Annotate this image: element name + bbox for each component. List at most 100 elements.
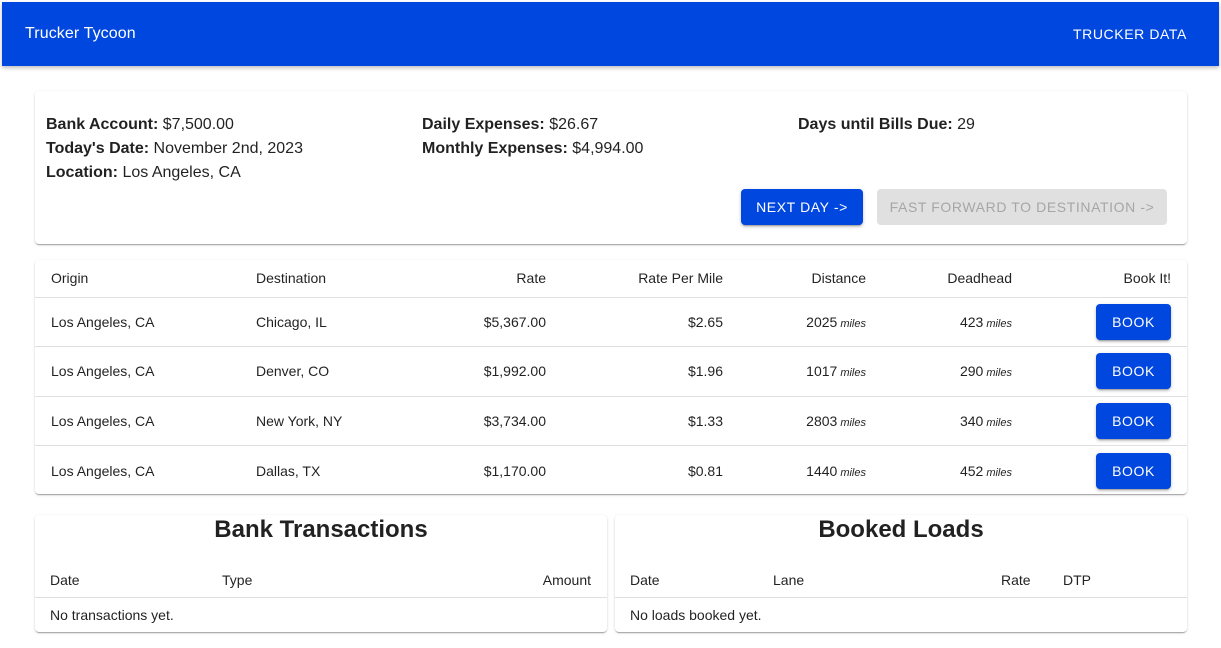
deadhead-unit: miles [986,416,1012,429]
trucker-data-button[interactable]: TRUCKER DATA [1073,26,1187,42]
column-header-type: Type [222,572,253,588]
available-loads-table: Origin Destination Rate Rate Per Mile Di… [35,260,1187,495]
origin-cell: Los Angeles, CA [35,396,240,446]
column-header-rate: Rate [430,260,562,298]
rate-cell: $3,734.00 [430,396,562,446]
daily-expenses-stat: Daily Expenses: $26.67 [422,113,598,137]
location-label: Location: [46,164,118,181]
bills-due-label: Days until Bills Due: [798,116,953,133]
deadhead-unit: miles [986,317,1012,330]
column-header-destination: Destination [240,260,430,298]
next-day-button[interactable]: NEXT DAY -> [741,189,863,225]
destination-cell: New York, NY [240,396,430,446]
rate-cell: $1,170.00 [483,462,546,479]
book-cell: BOOK [1028,396,1187,446]
deadhead-unit: miles [986,367,1012,380]
bank-account-label: Bank Account: [46,116,159,133]
destination-cell: Dallas, TX [256,462,321,479]
bank-transactions-card: Bank Transactions Date Type Amount No tr… [35,515,607,632]
deadhead-cell: 423 miles [882,297,1028,347]
book-button[interactable]: BOOK [1096,303,1171,340]
monthly-expenses-label: Monthly Expenses: [422,140,568,157]
monthly-expenses-value: $4,994.00 [572,140,644,157]
deadhead-cell: 290 miles [882,346,1028,397]
bank-account-value: $7,500.00 [162,116,234,133]
available-loads-card: Origin Destination Rate Rate Per Mile Di… [35,260,1187,494]
monthly-expenses-stat: Monthly Expenses: $4,994.00 [422,137,643,161]
deadhead-value: 340 [959,412,984,429]
deadhead-unit: miles [986,466,1012,479]
column-header-distance: Distance [739,260,882,298]
column-header-rate-per-mile: Rate Per Mile [562,260,739,298]
todays-date-label: Today's Date: [46,140,150,157]
table-row: Los Angeles, CA Denver, CO $1,992.00 $1.… [35,346,1187,397]
distance-cell: 1017 miles [739,346,882,397]
origin-cell: Los Angeles, CA [35,297,240,347]
column-header-dtp: DTP [1063,572,1091,588]
book-cell: BOOK [1028,297,1187,347]
book-button[interactable]: BOOK [1096,402,1171,439]
deadhead-cell: 340 miles [882,396,1028,446]
status-card: Bank Account: $7,500.00 Today's Date: No… [35,91,1187,244]
distance-cell: 2803 miles [739,396,882,446]
distance-unit: miles [840,317,866,330]
todays-date-value: November 2nd, 2023 [153,140,303,157]
column-header-deadhead: Deadhead [882,260,1028,298]
deadhead-value: 290 [959,363,984,380]
fast-forward-button[interactable]: FAST FORWARD TO DESTINATION -> [877,189,1167,225]
distance-cell: 1440 miles [739,446,882,496]
booked-loads-header: Date Lane Rate DTP [615,563,1187,598]
table-header-row: Origin Destination Rate Rate Per Mile Di… [35,260,1187,298]
column-header-origin: Origin [35,260,240,298]
distance-unit: miles [840,416,866,429]
distance-value: 2025 [806,313,838,330]
distance-cell: 2025 miles [739,297,882,347]
column-header-date: Date [50,572,80,588]
todays-date-stat: Today's Date: November 2nd, 2023 [46,137,303,161]
bills-due-value: 29 [957,116,975,133]
rate-per-mile-cell: $1.33 [562,396,739,446]
daily-expenses-value: $26.67 [549,116,599,133]
book-button[interactable]: BOOK [1096,353,1171,390]
book-cell: BOOK [1028,346,1187,397]
booked-loads-card: Booked Loads Date Lane Rate DTP No loads… [615,515,1187,632]
table-row: Los Angeles, CA New York, NY $3,734.00 $… [35,396,1187,446]
bank-transactions-header: Date Type Amount [35,563,607,598]
location-stat: Location: Los Angeles, CA [46,161,241,185]
daily-expenses-label: Daily Expenses: [422,116,545,133]
origin-cell: Los Angeles, CA [51,462,155,479]
book-cell: BOOK [1028,446,1187,496]
destination-cell: Denver, CO [240,346,430,397]
column-header-lane: Lane [773,572,805,588]
rate-per-mile-cell: $0.81 [687,462,723,479]
column-header-amount: Amount [542,572,591,588]
origin-cell: Los Angeles, CA [35,346,240,397]
deadhead-value: 423 [959,313,984,330]
distance-value: 2803 [806,412,838,429]
rate-per-mile-cell: $1.96 [562,346,739,397]
distance-unit: miles [840,466,866,479]
distance-unit: miles [840,367,866,380]
book-button[interactable]: BOOK [1096,452,1171,489]
distance-value: 1440 [806,462,838,479]
app-bar: Trucker Tycoon TRUCKER DATA [2,2,1219,66]
booked-loads-title: Booked Loads [818,516,984,543]
deadhead-cell: 452 miles [882,446,1028,496]
column-header-book-it: Book It! [1028,260,1187,298]
app-title: Trucker Tycoon [25,25,136,42]
distance-value: 1017 [806,363,838,380]
column-header-date: Date [630,572,660,588]
bank-transactions-title: Bank Transactions [214,516,428,543]
no-transactions-message: No transactions yet. [50,607,174,623]
deadhead-value: 452 [959,462,984,479]
rate-cell: $5,367.00 [430,297,562,347]
location-value: Los Angeles, CA [122,164,241,181]
rate-cell: $1,992.00 [430,346,562,397]
table-row: Los Angeles, CA Dallas, TX $1,170.00 $0.… [35,446,1187,496]
no-loads-message: No loads booked yet. [630,607,762,623]
destination-cell: Chicago, IL [240,297,430,347]
rate-per-mile-cell: $2.65 [562,297,739,347]
column-header-rate: Rate [1001,572,1031,588]
table-row: Los Angeles, CA Chicago, IL $5,367.00 $2… [35,297,1187,347]
bank-account-stat: Bank Account: $7,500.00 [46,113,234,137]
